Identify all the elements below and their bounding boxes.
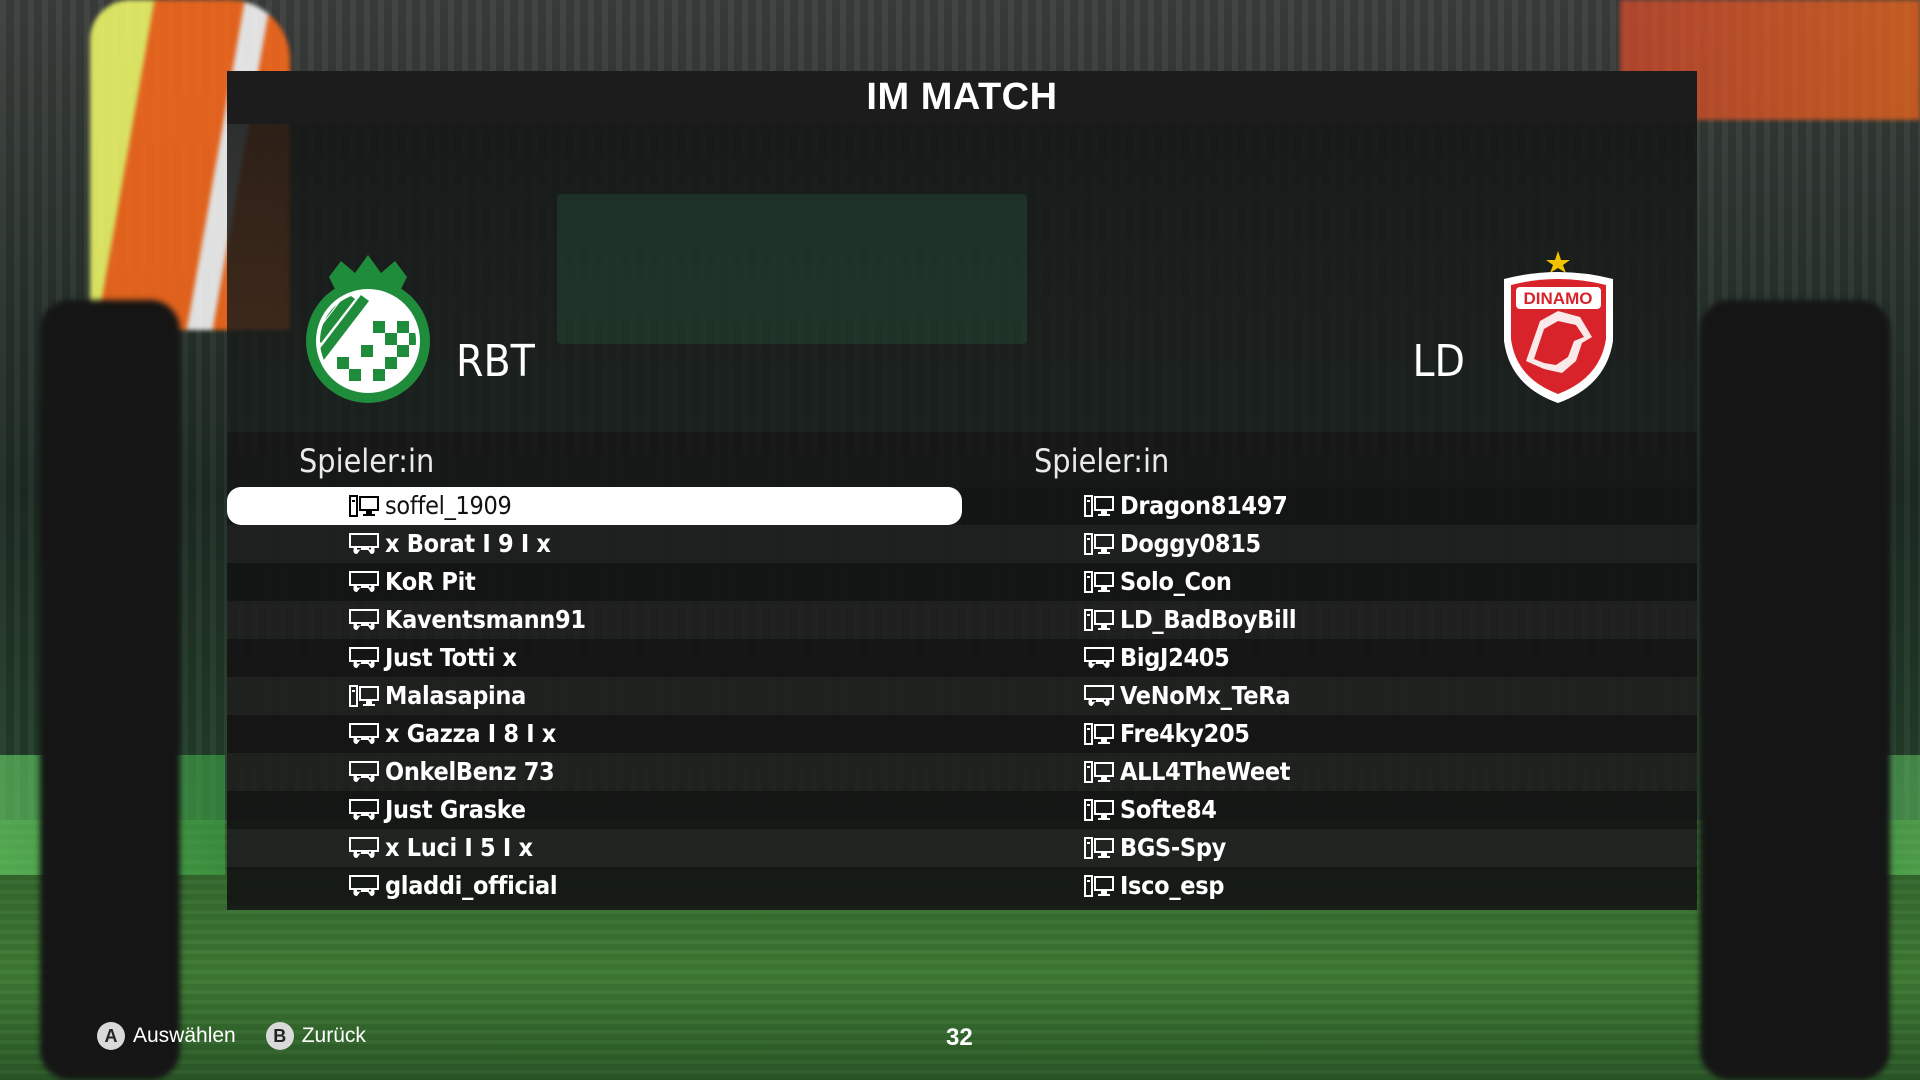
home-player-column: Spieler:in soffel_1909x Borat I 9 I x KoR… (227, 432, 962, 910)
player-row[interactable]: Just Totti x (227, 639, 962, 677)
player-name: Doggy0815 (1120, 529, 1261, 558)
player-leg-left (40, 300, 180, 1080)
lobby-counter: 32 (946, 1024, 973, 1051)
away-column-header: Spieler:in (1034, 442, 1170, 480)
rbt-crest-icon (306, 255, 430, 403)
player-name: Just Graske (385, 795, 526, 824)
away-player-list: Dragon81497 Doggy0815 Solo_Con LD_BadBoyBil… (962, 487, 1697, 905)
console-icon (349, 647, 379, 669)
player-row[interactable]: soffel_1909 (227, 487, 962, 525)
player-row[interactable]: gladdi_official (227, 867, 962, 905)
player-row[interactable]: ALL4TheWeet (962, 753, 1697, 791)
player-row[interactable]: KoR Pit (227, 563, 962, 601)
player-name: OnkelBenz 73 (385, 757, 555, 786)
console-icon (349, 609, 379, 631)
player-name: ALL4TheWeet (1120, 757, 1291, 786)
player-row[interactable]: OnkelBenz 73 (227, 753, 962, 791)
player-row[interactable]: VeNoMx_TeRa (962, 677, 1697, 715)
player-row[interactable]: Isco_esp (962, 867, 1697, 905)
console-icon (349, 533, 379, 555)
player-leg-right (1700, 300, 1890, 1080)
console-icon (1084, 685, 1114, 707)
player-name: x Luci I 5 I x (385, 833, 533, 862)
player-row[interactable]: Solo_Con (962, 563, 1697, 601)
player-row[interactable]: Doggy0815 (962, 525, 1697, 563)
player-name: gladdi_official (385, 871, 558, 900)
pc-icon (1084, 761, 1114, 783)
home-player-list: soffel_1909x Borat I 9 I x KoR Pit Kavents… (227, 487, 962, 905)
home-column-header: Spieler:in (299, 442, 435, 480)
away-team-name: LD (1412, 336, 1465, 387)
player-name: Dragon81497 (1120, 491, 1288, 520)
player-row[interactable]: Fre4ky205 (962, 715, 1697, 753)
footer-hints: A Auswählen B Zurück (97, 1022, 384, 1050)
player-row[interactable]: Dragon81497 (962, 487, 1697, 525)
pc-icon (1084, 837, 1114, 859)
player-name: x Gazza I 8 I x (385, 719, 556, 748)
dinamo-crest-icon: DINAMO (1504, 251, 1613, 403)
player-name: soffel_1909 (385, 491, 512, 520)
pc-icon (349, 685, 379, 707)
player-name: Kaventsmann91 (385, 605, 586, 634)
b-button-icon: B (265, 1022, 294, 1050)
home-team-name: RBT (456, 336, 535, 387)
page-title: IM MATCH (866, 76, 1058, 118)
player-row[interactable]: Malasapina (227, 677, 962, 715)
a-button-icon: A (97, 1022, 125, 1050)
player-name: LD_BadBoyBill (1120, 605, 1297, 634)
back-label: Zurück (301, 1024, 366, 1047)
pc-icon (1084, 799, 1114, 821)
player-name: x Borat I 9 I x (385, 529, 551, 558)
svg-text:DINAMO: DINAMO (1524, 289, 1593, 308)
player-name: KoR Pit (385, 567, 476, 596)
player-row[interactable]: LD_BadBoyBill (962, 601, 1697, 639)
back-hint[interactable]: B Zurück (265, 1022, 366, 1050)
pc-icon (349, 495, 379, 517)
player-lists: Spieler:in soffel_1909x Borat I 9 I x KoR… (227, 432, 1697, 910)
player-name: Softe84 (1120, 795, 1217, 824)
player-row[interactable]: Softe84 (962, 791, 1697, 829)
console-icon (349, 875, 379, 897)
pc-icon (1084, 533, 1114, 555)
away-player-column: Spieler:in Dragon81497 Doggy0815 Solo_Con L… (962, 432, 1697, 910)
player-row[interactable]: BigJ2405 (962, 639, 1697, 677)
player-row[interactable]: Just Graske (227, 791, 962, 829)
console-icon (349, 761, 379, 783)
match-lobby-panel: IM MATCH RBT LD DINAMO Spieler:in soffel… (227, 71, 1697, 911)
player-row[interactable]: x Luci I 5 I x (227, 829, 962, 867)
teams-header: RBT LD DINAMO (227, 124, 1697, 432)
console-icon (1084, 647, 1114, 669)
pc-icon (1084, 571, 1114, 593)
select-hint[interactable]: A Auswählen (97, 1022, 236, 1050)
player-name: BGS-Spy (1120, 833, 1226, 862)
pc-icon (1084, 495, 1114, 517)
player-name: Fre4ky205 (1120, 719, 1250, 748)
console-icon (349, 799, 379, 821)
player-name: Malasapina (385, 681, 526, 710)
pc-icon (1084, 609, 1114, 631)
player-name: BigJ2405 (1120, 643, 1230, 672)
player-name: Isco_esp (1120, 871, 1225, 900)
player-row[interactable]: x Gazza I 8 I x (227, 715, 962, 753)
player-row[interactable]: Kaventsmann91 (227, 601, 962, 639)
player-name: Solo_Con (1120, 567, 1232, 596)
player-row[interactable]: x Borat I 9 I x (227, 525, 962, 563)
title-bar: IM MATCH (227, 71, 1697, 124)
console-icon (349, 723, 379, 745)
console-icon (349, 571, 379, 593)
crowd-banner (557, 194, 1027, 344)
pc-icon (1084, 723, 1114, 745)
player-name: VeNoMx_TeRa (1120, 681, 1291, 710)
pc-icon (1084, 875, 1114, 897)
console-icon (349, 837, 379, 859)
select-label: Auswählen (133, 1024, 236, 1047)
player-name: Just Totti x (385, 643, 517, 672)
player-row[interactable]: BGS-Spy (962, 829, 1697, 867)
